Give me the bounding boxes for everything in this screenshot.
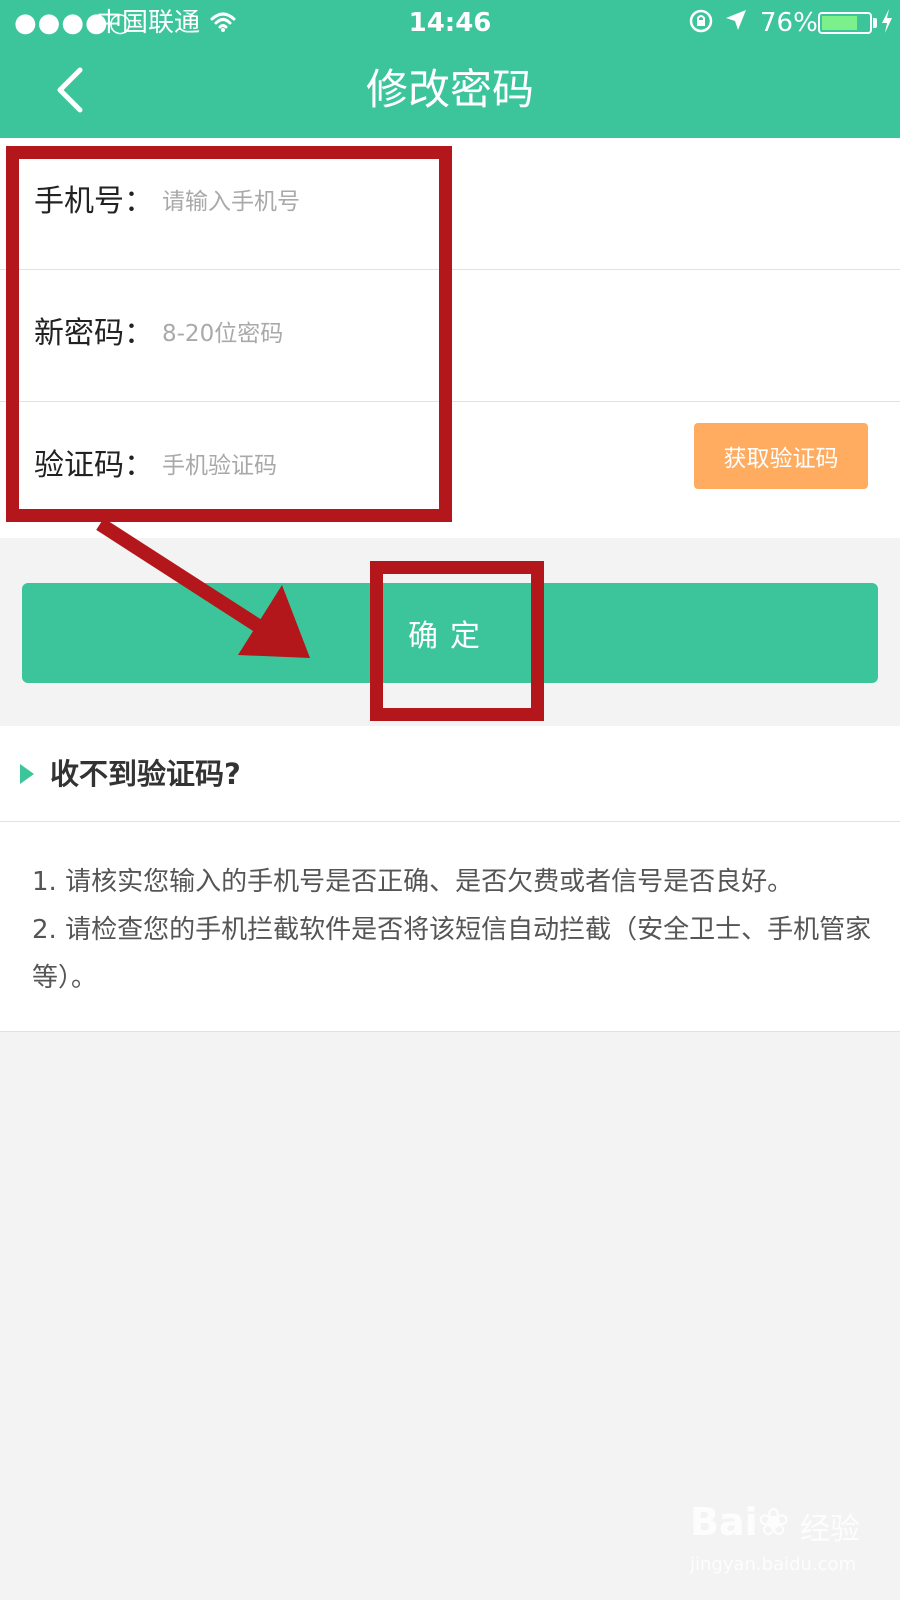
baidu-logo: Bai❀ bbox=[690, 1500, 790, 1544]
annotation-arrow-icon bbox=[96, 518, 310, 658]
baidu-watermark: Bai❀ 经验 jingyan.baidu.com bbox=[690, 1500, 890, 1590]
watermark-url: jingyan.baidu.com bbox=[690, 1554, 857, 1575]
watermark-text: 经验 bbox=[800, 1512, 860, 1547]
